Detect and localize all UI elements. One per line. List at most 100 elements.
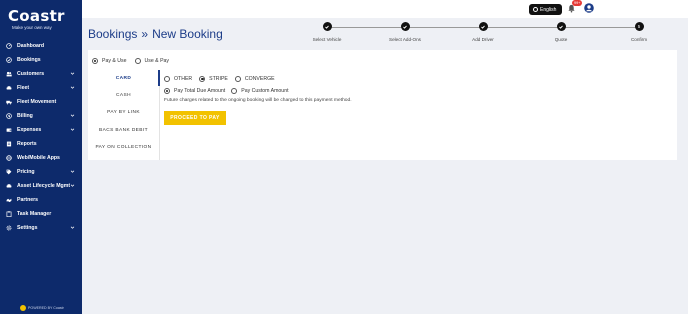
sidebar-item-label: Billing xyxy=(17,113,33,119)
use-and-pay-option[interactable]: Use & Pay xyxy=(134,58,170,64)
sidebar-item-label: Asset Lifecycle Mgmt xyxy=(17,183,71,189)
sidebar-item-dashboard[interactable]: Dashboard xyxy=(0,39,82,53)
gateway-other-option[interactable]: OTHER xyxy=(164,76,192,82)
powered-by-text: POWERED BY Coastr xyxy=(28,306,64,310)
chevron-down-icon xyxy=(70,128,75,131)
pay-mode-group: Pay & Use Use & Pay xyxy=(92,58,177,64)
pay-custom-amount-option[interactable]: Pay Custom Amount xyxy=(231,88,289,94)
pay-custom-amount-radio[interactable] xyxy=(231,88,238,94)
pay-total-due-option[interactable]: Pay Total Due Amount xyxy=(164,88,225,94)
reports-icon xyxy=(5,141,12,148)
sidebar-item-asset-lifecycle[interactable]: Asset Lifecycle Mgmt xyxy=(0,179,82,193)
powered-by: POWERED BY Coastr xyxy=(20,305,64,311)
sidebar-item-fleet-movement[interactable]: Fleet Movement xyxy=(0,95,82,109)
topbar xyxy=(82,0,688,18)
tab-pay-by-link[interactable]: PAY BY LINK xyxy=(88,104,159,121)
check-icon xyxy=(478,22,488,31)
chevron-down-icon xyxy=(70,170,75,173)
step-select-add-ons[interactable]: Select Add-Ons xyxy=(375,22,435,42)
handshake-icon xyxy=(5,197,12,204)
gateway-converge-radio[interactable] xyxy=(234,76,241,82)
pay-and-use-label: Pay & Use xyxy=(102,58,127,64)
language-button[interactable]: English xyxy=(529,4,562,15)
breadcrumb-bookings[interactable]: Bookings xyxy=(88,27,137,41)
sidebar-item-reports[interactable]: Reports xyxy=(0,137,82,151)
step-label: Add Driver xyxy=(472,37,494,42)
sidebar-item-label: Fleet xyxy=(17,85,30,91)
user-avatar-icon[interactable] xyxy=(584,3,594,13)
check-icon xyxy=(400,22,410,31)
chevron-down-icon xyxy=(70,184,75,187)
active-tab-indicator xyxy=(158,70,160,86)
card-payment-panel: OTHER STRIPE CONVERGE Pay Total Due Amou… xyxy=(164,76,352,125)
step-label: Select Add-Ons xyxy=(389,37,421,42)
check-icon xyxy=(322,22,332,31)
sidebar-item-billing[interactable]: $ Billing xyxy=(0,109,82,123)
step-confirm[interactable]: 5 Confirm xyxy=(609,22,669,42)
payment-method-tabs: CARD CASH PAY BY LINK BACS BANK DEBIT PA… xyxy=(88,70,159,156)
sidebar-item-label: Partners xyxy=(17,197,39,203)
gateway-converge-option[interactable]: CONVERGE xyxy=(234,76,275,82)
powered-by-logo-icon xyxy=(20,305,26,311)
gateway-group: OTHER STRIPE CONVERGE xyxy=(164,76,352,82)
step-add-driver[interactable]: Add Driver xyxy=(453,22,513,42)
customers-icon xyxy=(5,71,12,78)
page-header: Bookings » New Booking Select Vehicle Sele… xyxy=(82,18,688,50)
breadcrumb-new-booking: New Booking xyxy=(152,27,223,41)
sidebar-item-web-mobile-apps[interactable]: Web/Mobile Apps xyxy=(0,151,82,165)
chevron-down-icon xyxy=(70,72,75,75)
step-label: Select Vehicle xyxy=(312,37,342,42)
check-icon xyxy=(556,22,566,31)
sidebar-item-customers[interactable]: Customers xyxy=(0,67,82,81)
gear-icon xyxy=(5,225,12,232)
language-label: English xyxy=(540,6,557,13)
gateway-other-radio[interactable] xyxy=(164,76,170,82)
step-label: Confirm xyxy=(630,37,648,42)
future-charges-note: Future charges related to the ongoing bo… xyxy=(164,98,352,103)
car-icon xyxy=(5,183,12,190)
sidebar-item-partners[interactable]: Partners xyxy=(0,193,82,207)
logo-tagline: Make your own way xyxy=(12,25,52,30)
pay-total-due-radio[interactable] xyxy=(164,88,170,94)
step-select-vehicle[interactable]: Select Vehicle xyxy=(297,22,357,42)
payment-card: Pay & Use Use & Pay CARD CASH PAY BY LIN… xyxy=(88,50,677,160)
sidebar-item-pricing[interactable]: Pricing xyxy=(0,165,82,179)
globe-icon xyxy=(533,7,538,12)
sidebar-item-label: Pricing xyxy=(17,169,35,175)
truck-icon xyxy=(5,99,12,106)
tab-card[interactable]: CARD xyxy=(88,70,159,87)
pay-and-use-option[interactable]: Pay & Use xyxy=(92,58,127,64)
gateway-stripe-option[interactable]: STRIPE xyxy=(199,76,228,82)
sidebar-item-settings[interactable]: Settings xyxy=(0,221,82,235)
pay-and-use-radio[interactable] xyxy=(92,58,98,64)
globe-icon xyxy=(5,155,12,162)
sidebar-item-expenses[interactable]: Expenses xyxy=(0,123,82,137)
gateway-stripe-radio[interactable] xyxy=(199,76,206,82)
breadcrumb: Bookings » New Booking xyxy=(88,27,223,41)
chevron-down-icon xyxy=(70,86,75,89)
chevron-down-icon xyxy=(70,114,75,117)
tab-bacs-bank-debit[interactable]: BACS BANK DEBIT xyxy=(88,122,159,139)
booking-stepper: Select Vehicle Select Add-Ons Add Driver… xyxy=(310,22,647,46)
car-icon xyxy=(5,85,12,92)
sidebar-item-label: Reports xyxy=(17,141,37,147)
sidebar-item-label: Settings xyxy=(17,225,38,231)
bookings-icon xyxy=(5,57,12,64)
use-and-pay-radio[interactable] xyxy=(134,58,141,64)
breadcrumb-separator: » xyxy=(141,27,149,41)
proceed-to-pay-button[interactable]: PROCEED TO PAY xyxy=(164,111,226,125)
wallet-icon xyxy=(5,127,12,134)
sidebar-item-label: Expenses xyxy=(17,127,42,133)
gateway-converge-label: CONVERGE xyxy=(244,76,275,82)
tab-pay-on-collection[interactable]: PAY ON COLLECTION xyxy=(88,139,159,156)
logo-text: Coastr xyxy=(8,7,65,25)
step-quote[interactable]: Quote xyxy=(531,22,591,42)
notification-badge: 99+ xyxy=(572,0,583,6)
coastr-logo[interactable]: Coastr Make your own way xyxy=(8,8,74,34)
step-label: Quote xyxy=(554,37,568,42)
sidebar-item-bookings[interactable]: Bookings xyxy=(0,53,82,67)
use-and-pay-label: Use & Pay xyxy=(144,58,170,64)
tab-cash[interactable]: CASH xyxy=(88,87,159,104)
sidebar-item-fleet[interactable]: Fleet xyxy=(0,81,82,95)
sidebar-item-task-manager[interactable]: Task Manager xyxy=(0,207,82,221)
